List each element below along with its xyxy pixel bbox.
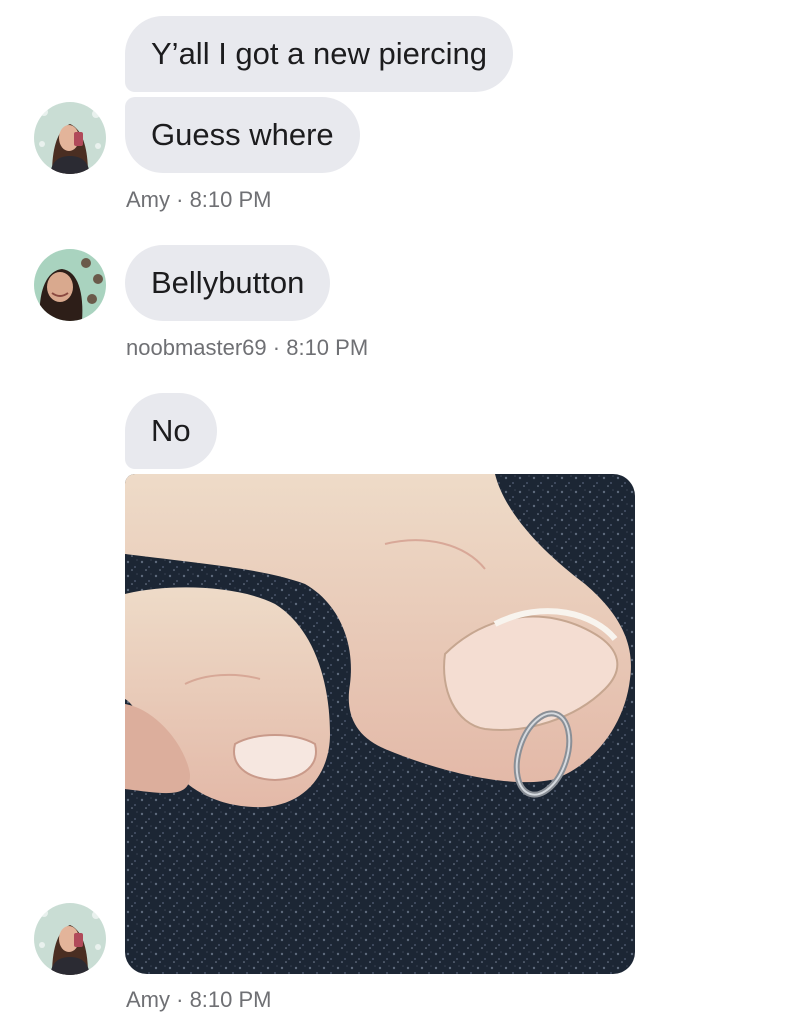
sender-name: noobmaster69 [126, 335, 267, 360]
avatar-image-icon [34, 102, 106, 174]
avatar-image-icon [34, 903, 106, 975]
meta-separator: · [170, 987, 190, 1012]
photo-message[interactable] [125, 474, 635, 974]
message-meta: Amy · 8:10 PM [126, 187, 272, 213]
message-text: Guess where [151, 117, 334, 152]
message-text: No [151, 413, 191, 448]
chat-thread: Y’all I got a new piercing Guess where A… [0, 0, 802, 1024]
avatar-amy[interactable] [34, 903, 106, 975]
message-bubble[interactable]: No [125, 393, 217, 469]
message-time: 8:10 PM [189, 987, 272, 1012]
sender-name: Amy [126, 987, 170, 1012]
avatar-noobmaster69[interactable] [34, 249, 106, 321]
message-bubble[interactable]: Y’all I got a new piercing [125, 16, 514, 92]
message-text: Bellybutton [151, 265, 305, 300]
avatar-image-icon [34, 249, 106, 321]
message-bubble[interactable]: Guess where [125, 97, 360, 173]
meta-separator: · [170, 187, 190, 212]
toe-piercing-photo-icon [125, 474, 635, 974]
message-meta: Amy · 8:10 PM [126, 987, 272, 1013]
message-time: 8:10 PM [189, 187, 272, 212]
sender-name: Amy [126, 187, 170, 212]
avatar-amy[interactable] [34, 102, 106, 174]
message-text: Y’all I got a new piercing [151, 36, 488, 71]
message-meta: noobmaster69 · 8:10 PM [126, 335, 368, 361]
meta-separator: · [266, 335, 287, 360]
message-time: 8:10 PM [286, 335, 369, 360]
message-bubble[interactable]: Bellybutton [125, 245, 331, 321]
